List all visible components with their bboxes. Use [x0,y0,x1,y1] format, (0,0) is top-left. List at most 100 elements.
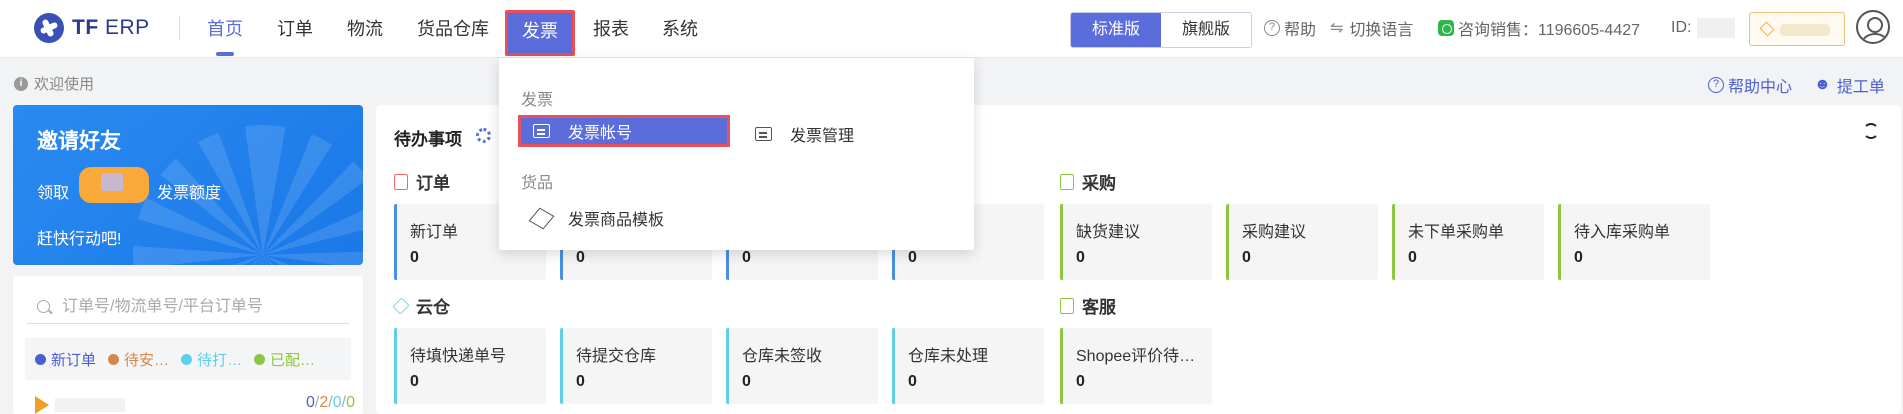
menu-item-label: 发票帐号 [568,125,633,142]
tile-label: 仓库未签收 [742,348,823,365]
nav-orders[interactable]: 订单 [277,14,313,44]
filter-dispatched[interactable]: 已配… [254,349,315,370]
tile-label: 仓库未处理 [908,348,989,365]
filter-pending-print[interactable]: 待打… [181,349,242,370]
invoice-dropdown-menu: 发票 发票帐号 发票管理 货品 发票商品模板 [499,58,974,250]
filter-pending-arrange[interactable]: 待安… [108,349,169,370]
ticket-link[interactable]: ☻ 提工单 [1814,73,1885,97]
help-link[interactable]: ? 帮助 [1264,16,1316,40]
chat-icon [1060,297,1074,314]
tile-submit-warehouse[interactable]: 待提交仓库 0 [560,328,712,404]
nav-system[interactable]: 系统 [662,14,698,44]
tile-warehouse-unsigned[interactable]: 仓库未签收 0 [726,328,878,404]
clipboard-icon [394,173,408,190]
welcome-message: i 欢迎使用 [14,73,94,94]
invite-claim-text: 领取 [37,185,70,202]
order-search [27,290,349,324]
status-dot [254,353,266,365]
menu-item-invoice-management[interactable]: 发票管理 [755,118,854,150]
help-center-label: 帮助中心 [1728,79,1793,96]
help-center-link[interactable]: ? 帮助中心 [1708,73,1792,97]
tile-value: 0 [1242,249,1251,266]
tile-value: 0 [1574,249,1583,266]
tile-value: 0 [742,249,751,266]
filter-label: 待安… [124,351,170,369]
order-search-input[interactable] [62,297,332,316]
diamond-icon [1759,21,1775,37]
invoice-icon [533,124,550,138]
tile-shopee-review[interactable]: Shopee评价待… 0 [1060,328,1212,404]
order-counts: 0/2/0/0 [306,394,355,411]
section-orders: 订单 [394,169,450,194]
refresh-icon[interactable] [1863,123,1879,139]
menu-item-invoice-account[interactable]: 发票帐号 [518,115,730,147]
nav-logistics[interactable]: 物流 [347,14,383,44]
tile-unordered-po[interactable]: 未下单采购单 0 [1392,204,1544,280]
tile-value: 0 [1076,373,1085,390]
section-label: 订单 [416,174,450,193]
brand-logo[interactable]: TF ERP [34,13,150,43]
store-order-row[interactable]: 0/2/0/0 [35,394,355,414]
language-switch[interactable]: ⇋ 切换语言 [1330,16,1413,40]
tile-value: 0 [908,373,917,390]
tile-pending-inbound-po[interactable]: 待入库采购单 0 [1558,204,1710,280]
logo-text: TF ERP [72,16,150,39]
filter-label: 待打… [197,351,243,369]
tile-value: 0 [908,249,917,266]
store-name-redacted [55,398,125,412]
vip-badge[interactable] [1749,12,1845,46]
flagship-edition-button[interactable]: 旗舰版 [1161,13,1251,47]
standard-edition-button[interactable]: 标准版 [1071,13,1161,47]
welcome-text: 欢迎使用 [34,76,95,93]
invite-friends-banner[interactable]: 邀请好友 领取 发票额度 赶快行动吧! [13,105,363,265]
nav-reports[interactable]: 报表 [593,14,629,44]
menu-group-invoice: 发票 [521,92,554,109]
language-label: 切换语言 [1349,22,1414,39]
nav-warehouse[interactable]: 货品仓库 [417,14,489,44]
nav-home[interactable]: 首页 [207,14,243,44]
tile-warehouse-unprocessed[interactable]: 仓库未处理 0 [892,328,1044,404]
search-icon [37,300,50,313]
menu-item-label: 发票管理 [790,128,855,145]
tile-label: 待填快递单号 [410,348,507,365]
tile-fill-tracking[interactable]: 待填快递单号 0 [394,328,546,404]
tile-purchase-suggestion[interactable]: 采购建议 0 [1226,204,1378,280]
info-icon: i [14,76,28,91]
filter-label: 已配… [270,351,316,369]
invoice-icon [755,127,772,141]
box-icon [528,207,555,229]
clipboard-icon [1060,173,1074,190]
edition-toggle: 标准版 旗舰版 [1070,12,1252,48]
tile-value: 0 [410,373,419,390]
user-id: ID: [1671,16,1736,40]
top-nav-bar: TF ERP 首页 订单 物流 货品仓库 发票 报表 系统 标准版 旗舰版 ? … [0,0,1903,58]
filter-new-order[interactable]: 新订单 [35,349,96,370]
menu-item-invoice-goods-template[interactable]: 发票商品模板 [528,202,664,234]
gear-icon[interactable] [476,128,491,143]
tile-value: 0 [410,249,419,266]
tile-value: 0 [742,373,751,390]
help-center-icon: ? [1708,77,1724,93]
section-customer-service: 客服 [1060,293,1116,318]
todo-title: 待办事项 [394,130,462,149]
invite-title: 邀请好友 [37,130,121,153]
cube-icon [392,297,410,314]
ticket-icon: ☻ [1814,76,1831,93]
id-label: ID: [1671,19,1692,36]
tile-value: 0 [576,373,585,390]
section-cloud-warehouse: 云仓 [392,293,450,318]
tile-label: 待提交仓库 [576,348,657,365]
wechat-icon [1438,20,1454,36]
tile-label: Shopee评价待… [1076,348,1196,365]
help-icon: ? [1264,20,1280,36]
tile-label: 未下单采购单 [1408,224,1505,241]
quick-search-panel: 新订单 待安… 待打… 已配… 0/2/0/0 [13,276,363,414]
section-label: 采购 [1082,174,1116,193]
sales-contact[interactable]: 咨询销售：1196605-4427 [1438,16,1640,40]
tile-shortage-suggestion[interactable]: 缺货建议 0 [1060,204,1212,280]
tile-value: 0 [576,249,585,266]
tile-label: 待入库采购单 [1574,224,1671,241]
avatar[interactable] [1856,10,1890,44]
logo-icon [34,13,64,43]
nav-invoice[interactable]: 发票 [505,10,575,56]
